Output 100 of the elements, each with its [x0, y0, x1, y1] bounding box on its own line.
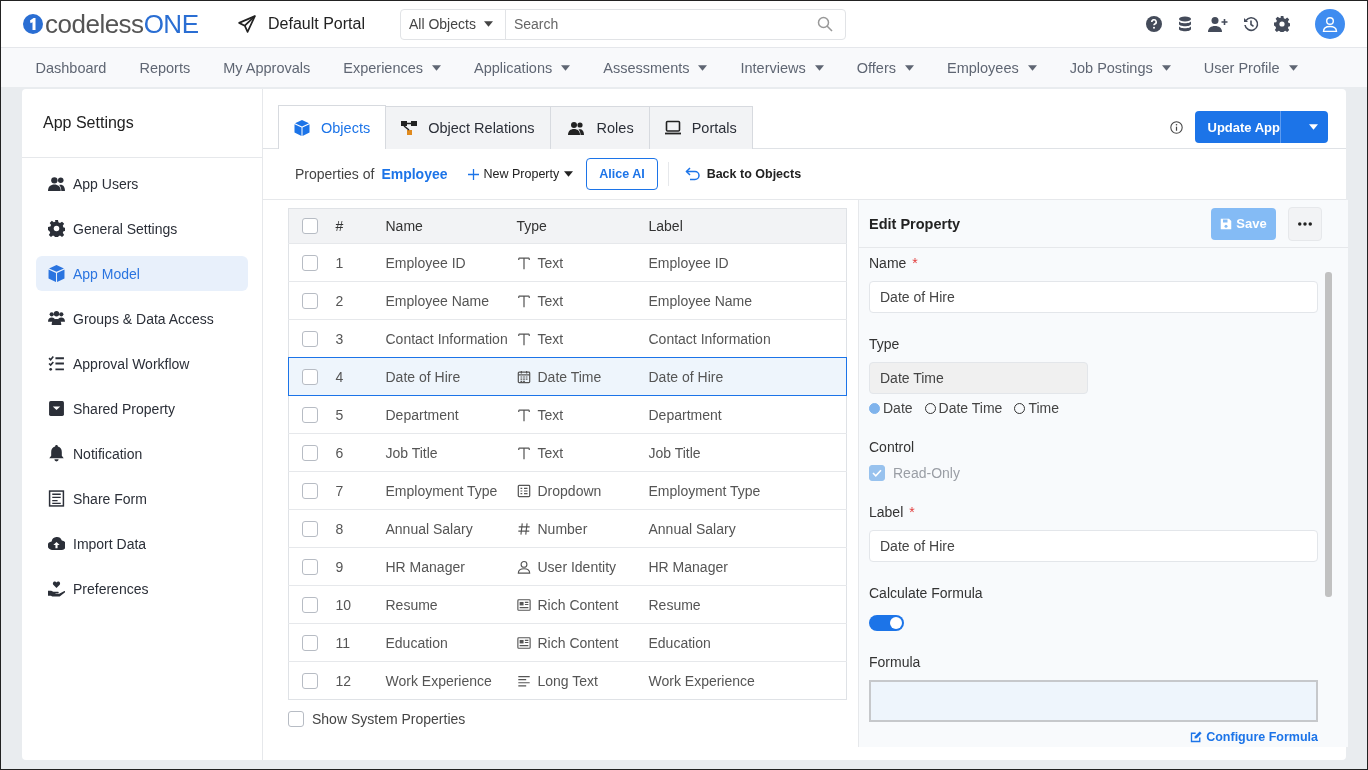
- nav-menu-item[interactable]: Dashboard: [19, 48, 123, 87]
- table-cell: HR Manager: [648, 558, 728, 575]
- configure-formula-link[interactable]: Configure Formula: [1190, 730, 1318, 744]
- table-cell: Contact Information: [648, 330, 771, 347]
- scrollbar[interactable]: [1325, 272, 1332, 597]
- search-icon[interactable]: [817, 16, 833, 32]
- table-cell: 4: [335, 368, 344, 385]
- nav-menu-item[interactable]: My Approvals: [206, 48, 327, 87]
- sidebar-item[interactable]: Approval Workflow: [36, 346, 248, 381]
- table-row[interactable]: 10 Resume Rich Content Resume: [288, 585, 847, 624]
- nav-menu-item[interactable]: Assessments: [586, 48, 724, 87]
- table-cell: Employee Name: [648, 292, 752, 309]
- radio-button[interactable]: [869, 402, 880, 414]
- row-checkbox[interactable]: [302, 672, 318, 689]
- sidebar-title: App Settings: [22, 89, 262, 158]
- row-checkbox[interactable]: [302, 330, 318, 347]
- text-field[interactable]: Date of Hire: [869, 281, 1318, 313]
- table-row[interactable]: 9 HR Manager User Identity HR Manager: [288, 547, 847, 586]
- sidebar-item[interactable]: Import Data: [36, 526, 248, 561]
- sidebar-item[interactable]: General Settings: [36, 211, 248, 246]
- scope-dropdown[interactable]: All Objects: [401, 9, 506, 39]
- table-row[interactable]: 8 Annual Salary Number Annual Salary: [288, 509, 847, 548]
- table-cell: Employee Name: [385, 292, 489, 309]
- logo[interactable]: codelessONE: [23, 8, 213, 40]
- nav-menu-item[interactable]: Offers: [840, 48, 931, 87]
- nav-menu-item[interactable]: Experiences: [326, 48, 458, 87]
- radio-label: Date: [883, 400, 913, 416]
- table-row[interactable]: 5 Department Text Department: [288, 395, 847, 434]
- row-checkbox[interactable]: [302, 520, 318, 537]
- table-cell: Department: [385, 406, 459, 423]
- formula-field[interactable]: [869, 680, 1318, 722]
- help-icon[interactable]: [1146, 16, 1162, 32]
- tab[interactable]: Object Relations: [385, 106, 551, 149]
- toggle-switch[interactable]: [869, 615, 904, 631]
- field-label: Name: [869, 255, 907, 271]
- row-checkbox[interactable]: [302, 254, 318, 271]
- new-property-button[interactable]: New Property: [459, 167, 582, 181]
- dropdown-box-icon: [48, 400, 65, 417]
- sidebar-item[interactable]: Share Form: [36, 481, 248, 516]
- tab[interactable]: Portals: [648, 106, 753, 149]
- table-row[interactable]: 6 Job Title Text Job Title: [288, 433, 847, 472]
- nav-menu-item[interactable]: Applications: [457, 48, 587, 87]
- row-checkbox[interactable]: [302, 444, 318, 461]
- sidebar-item[interactable]: Groups & Data Access: [36, 301, 248, 336]
- alice-ai-button[interactable]: Alice AI: [586, 158, 658, 190]
- sidebar-item[interactable]: App Users: [36, 166, 248, 201]
- database-icon[interactable]: [1177, 16, 1193, 32]
- back-link[interactable]: Back to Objects: [678, 166, 808, 182]
- row-checkbox[interactable]: [302, 634, 318, 651]
- table-cell: Work Experience: [385, 672, 492, 689]
- table-row[interactable]: 12 Work Experience Long Text Work Experience: [288, 661, 847, 700]
- row-checkbox[interactable]: [302, 558, 318, 575]
- history-icon[interactable]: [1243, 16, 1259, 32]
- nav-menu-item[interactable]: Interviews: [724, 48, 841, 87]
- sidebar-item[interactable]: App Model: [36, 256, 248, 291]
- caret-icon: [1309, 124, 1318, 130]
- row-checkbox[interactable]: [302, 292, 318, 309]
- table-cell: 5: [335, 406, 344, 423]
- settings-icon[interactable]: [1274, 16, 1290, 32]
- info-icon[interactable]: [1169, 120, 1183, 134]
- column-header: #: [335, 218, 344, 234]
- text-field[interactable]: Date of Hire: [869, 530, 1318, 562]
- table-row[interactable]: 11 Education Rich Content Education: [288, 623, 847, 662]
- sidebar-item[interactable]: Preferences: [36, 571, 248, 606]
- table-cell: Employment Type: [648, 482, 761, 499]
- table-cell: Employee ID: [648, 254, 729, 271]
- table-cell: User Identity: [537, 558, 617, 575]
- checkbox[interactable]: [288, 711, 304, 727]
- table-cell: Rich Content: [537, 596, 619, 613]
- table-row[interactable]: 1 Employee ID Text Employee ID: [288, 243, 847, 282]
- sidebar-item[interactable]: Notification: [36, 436, 248, 471]
- table-cell: Job Title: [648, 444, 701, 461]
- table-cell: Education: [648, 634, 711, 651]
- row-checkbox[interactable]: [302, 406, 318, 423]
- avatar[interactable]: [1315, 9, 1345, 39]
- more-icon: [1298, 221, 1312, 226]
- row-checkbox[interactable]: [302, 368, 318, 385]
- caret-icon: [561, 64, 571, 71]
- more-button[interactable]: [1288, 206, 1322, 241]
- search-field[interactable]: All Objects Search: [400, 8, 846, 40]
- table-row[interactable]: 7 Employment Type Dropdown Employment Type: [288, 471, 847, 510]
- table-cell: Date of Hire: [648, 368, 724, 385]
- field-label: Type: [869, 336, 900, 352]
- row-checkbox[interactable]: [302, 596, 318, 613]
- select-all-checkbox[interactable]: [302, 218, 318, 234]
- tab[interactable]: Objects: [278, 105, 387, 149]
- row-checkbox[interactable]: [302, 482, 318, 499]
- table-row[interactable]: 4 Date of Hire Date Time Date of Hire: [288, 357, 847, 396]
- tab[interactable]: Roles: [549, 106, 650, 149]
- table-cell: Department: [648, 406, 722, 423]
- properties-caption: Properties of: [295, 166, 375, 182]
- nav-menu-item[interactable]: User Profile: [1187, 48, 1314, 87]
- table-cell: Resume: [648, 596, 701, 613]
- nav-menu-item[interactable]: Job Postings: [1053, 48, 1188, 87]
- update-app-button[interactable]: Update App: [1194, 111, 1328, 143]
- sidebar-item[interactable]: Shared Property: [36, 391, 248, 426]
- nav-menu-item[interactable]: Reports: [122, 48, 207, 87]
- table-row[interactable]: 2 Employee Name Text Employee Name: [288, 281, 847, 320]
- add-user-icon[interactable]: [1208, 16, 1228, 32]
- nav-menu-item[interactable]: Employees: [930, 48, 1054, 87]
